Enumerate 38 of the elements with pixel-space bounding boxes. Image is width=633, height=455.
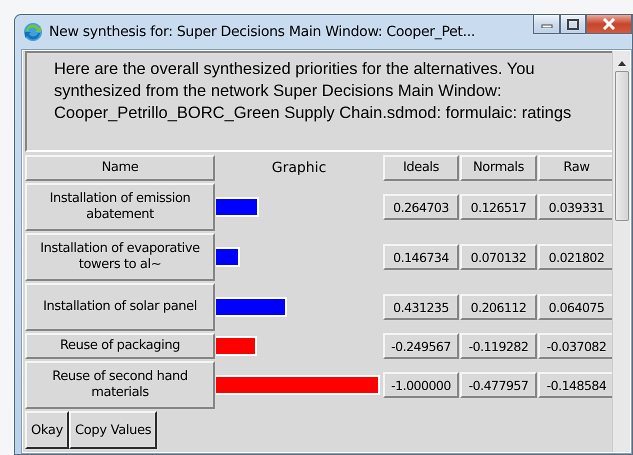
table-cell: 0.070132 [460, 244, 537, 270]
scroll-thumb[interactable] [614, 71, 628, 221]
column-header: Name [25, 155, 215, 181]
scroll-up-icon[interactable] [616, 59, 626, 67]
row-name: Installation of solar panel [25, 283, 215, 331]
column-header: Raw [538, 155, 615, 181]
row-name: Reuse of second hand materials [25, 361, 215, 409]
maximize-icon [567, 18, 579, 30]
table-cell: 0.039331 [538, 194, 615, 220]
minimize-button[interactable] [533, 15, 560, 34]
row-name: Reuse of packaging [25, 333, 215, 359]
close-button[interactable] [586, 15, 632, 34]
table-cell: 0.126517 [460, 194, 537, 220]
maximize-button[interactable] [560, 15, 586, 34]
table-cell: 0.264703 [383, 194, 459, 220]
okay-button[interactable]: Okay [25, 411, 69, 449]
table-cell: -0.119282 [460, 333, 537, 359]
table-cell: -0.249567 [383, 333, 459, 359]
column-header: Graphic [270, 159, 328, 178]
table-cell: 0.021802 [538, 244, 615, 270]
scrollbar[interactable] [612, 51, 630, 452]
table-cell: -0.148584 [538, 372, 615, 398]
copy-values-button[interactable]: Copy Values [69, 411, 158, 449]
column-header: Normals [460, 155, 537, 181]
table-cell: 0.146734 [383, 244, 459, 270]
app-icon [23, 22, 43, 42]
table-cell: -0.477957 [460, 372, 537, 398]
row-name: Installation of emission abatement [25, 183, 215, 231]
table-cell: 0.431235 [383, 294, 459, 320]
table-cell: -0.037082 [538, 333, 615, 359]
table-cell: 0.064075 [538, 294, 615, 320]
table-cell: -1.000000 [383, 372, 459, 398]
message-text: Here are the overall synthesized priorities for the alternatives. You synthesized from the network Super Decisions Main Window: Cooper_Petrillo_BORC_Green Supply Chain.sdmod: formulaic: ratings [25, 51, 615, 152]
table-cell: 0.206112 [460, 294, 537, 320]
row-name: Installation of evaporative towers to al~ [25, 233, 215, 281]
window-title: New synthesis for: Super Decisions Main Window: Cooper_Pet... [49, 24, 476, 40]
close-icon [602, 18, 616, 30]
column-header: Ideals [383, 155, 459, 181]
